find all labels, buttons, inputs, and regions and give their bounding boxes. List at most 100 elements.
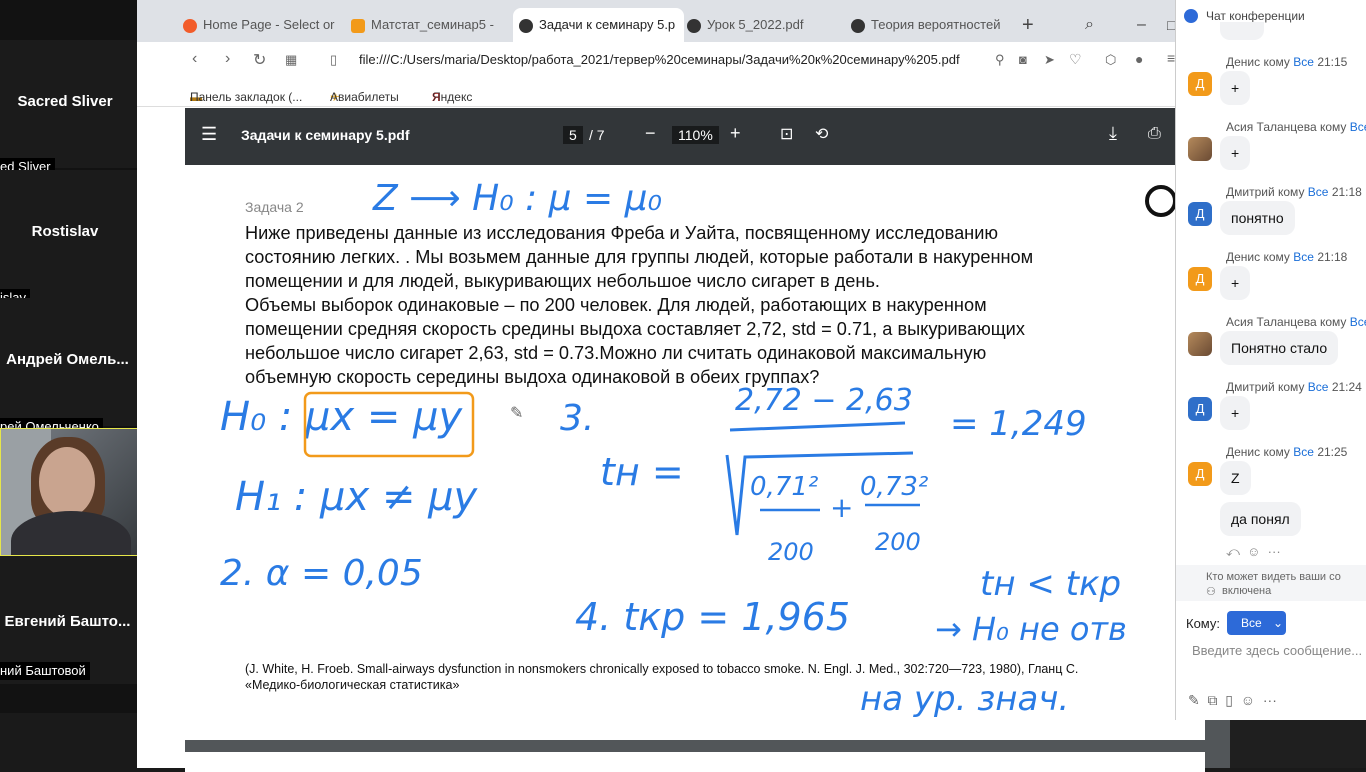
zoom-out-button[interactable]: − <box>645 123 656 144</box>
page-number-input[interactable]: 5 <box>563 126 583 144</box>
tab-active[interactable]: Задачи к семинару 5.p <box>513 8 684 42</box>
people-icon: ⚇ <box>1206 586 1216 598</box>
ink-frac1-den: 200 <box>768 538 814 566</box>
search-tabs-icon[interactable]: ⌕ <box>1085 8 1105 42</box>
ink-result: = 1,249 <box>950 404 1087 444</box>
message-bubble: понятно <box>1220 201 1295 235</box>
bookmarks-bar: ▬ Панель закладок (... ✈ Авиабилеты Я Ян… <box>137 78 1230 107</box>
avatar[interactable]: Д <box>1188 397 1212 421</box>
avatar[interactable] <box>1188 137 1212 161</box>
url-field[interactable]: file:///C:/Users/maria/Desktop/работа_20… <box>359 52 960 67</box>
tab[interactable]: Матстат_семинар5 - <box>351 8 511 42</box>
camera-icon[interactable]: ◙ <box>1019 52 1027 67</box>
profile-icon[interactable]: ● <box>1135 51 1143 67</box>
message-actions[interactable]: ⤺ ☺ ··· <box>1226 544 1281 560</box>
avatar[interactable]: Д <box>1188 462 1212 486</box>
fraction-bar <box>729 421 906 432</box>
avatar[interactable] <box>1188 332 1212 356</box>
globe-icon <box>519 18 533 33</box>
menu-icon[interactable]: ≡ <box>1167 50 1175 66</box>
new-tab-button[interactable]: + <box>1022 8 1042 42</box>
message-meta: Асия Таланцева кому Все <box>1226 120 1366 134</box>
chat-header: Чат конференции <box>1176 0 1366 30</box>
doc-icon <box>351 18 365 33</box>
tab[interactable]: Урок 5_2022.pdf <box>687 8 847 42</box>
zoom-in-button[interactable]: + <box>730 123 741 144</box>
pdf-title: Задачи к семинару 5.pdf <box>241 127 410 143</box>
emoji-icon[interactable]: ☺ <box>1241 692 1255 708</box>
file-icon[interactable]: ▯ <box>1225 692 1233 708</box>
back-icon[interactable]: ‹ <box>192 50 197 68</box>
message-meta: Дмитрий кому Все 21:18 <box>1226 185 1362 199</box>
tab-title: Матстат_семинар5 - <box>371 17 494 32</box>
reply-icon: ⤺ <box>1226 544 1240 559</box>
globe-icon <box>687 18 701 33</box>
participant-name: Андрей Омель... <box>6 351 129 368</box>
ink-step3: 3. <box>560 398 594 439</box>
download-icon[interactable]: ⤓ <box>1109 123 1117 144</box>
ink-alpha: 2. α = 0,05 <box>220 553 423 594</box>
zoom-level[interactable]: 110% <box>672 126 719 144</box>
screenshot-icon[interactable]: ⧉ <box>1208 692 1218 708</box>
message-bubble: + <box>1220 136 1251 170</box>
tab[interactable]: Теория вероятностей <box>851 8 1016 42</box>
message-meta: Асия Таланцева кому Все <box>1226 315 1366 329</box>
avatar[interactable]: Д <box>1188 72 1212 96</box>
chat-panel: Чат конференции Денис кому Все 21:15 Д +… <box>1175 0 1366 720</box>
heart-icon[interactable]: ♡ <box>1069 51 1082 68</box>
background-area <box>1230 720 1366 768</box>
print-icon[interactable]: ⎙ <box>1148 125 1161 143</box>
zoom-icon[interactable]: ⚲ <box>995 52 1005 68</box>
extension-icon[interactable]: ⬡ <box>1105 52 1116 68</box>
ink-top: Z ⟶ H₀ : μ = μ₀ <box>372 178 662 219</box>
zoom-logo-icon <box>1184 9 1198 23</box>
ink-numerator: 2,72 − 2,63 <box>735 383 913 418</box>
tab[interactable]: Home Page - Select or <box>183 8 341 42</box>
reload-icon[interactable]: ↻ <box>253 50 266 70</box>
avatar[interactable]: Д <box>1188 202 1212 226</box>
address-bar: ‹ › ↻ ▦ ▯ file:///C:/Users/maria/Desktop… <box>137 42 1230 78</box>
message-bubble: Z <box>1220 461 1251 495</box>
message-meta: Дмитрий кому Все 21:24 <box>1226 380 1362 394</box>
participant-name: Sacred Sliver <box>17 93 113 110</box>
message-bubble: Понятно стало <box>1220 331 1339 365</box>
tab-bar: Home Page - Select or Матстат_семинар5 -… <box>137 0 1230 42</box>
minimize-icon[interactable]: – <box>1137 8 1157 42</box>
pdf-toolbar: ☰ Задачи к семинару 5.pdf 5 / 7 − 110% +… <box>185 108 1230 165</box>
composer-toolbar: ✎ ⧉ ▯ ☺ ··· <box>1188 692 1277 709</box>
message-input[interactable]: Введите здесь сообщение... <box>1192 643 1362 658</box>
avatar[interactable]: Д <box>1188 267 1212 291</box>
globe-icon <box>851 18 865 33</box>
pdf-next-page <box>185 752 1205 772</box>
message-meta: Денис кому Все 21:18 <box>1226 250 1348 264</box>
message-meta: Денис кому Все 21:15 <box>1226 55 1348 69</box>
forward-icon[interactable]: › <box>225 50 230 68</box>
rotate-icon[interactable]: ⟲ <box>815 124 828 144</box>
ink-h0: H₀ : μx = μy <box>220 394 464 440</box>
sidebar-menu-icon[interactable]: ☰ <box>201 124 217 145</box>
ink-frac1-num: 0,71² <box>750 472 818 502</box>
site-icon <box>183 18 197 33</box>
send-icon[interactable]: ➤ <box>1044 52 1055 68</box>
more-icon[interactable]: ··· <box>1263 692 1277 708</box>
recipient-select[interactable]: Все ⌄ <box>1227 611 1286 635</box>
tab-title: Теория вероятностей <box>871 17 1001 32</box>
message-meta: Денис кому Все 21:25 <box>1226 445 1348 459</box>
message-bubble: + <box>1220 71 1251 105</box>
grid-icon[interactable]: ▦ <box>285 52 297 68</box>
pdf-page: Задача 2 Ниже приведены данные из исслед… <box>185 165 1205 740</box>
fit-page-icon[interactable]: ⊡ <box>780 124 793 144</box>
openai-logo-icon <box>1145 185 1177 217</box>
message-bubble: + <box>1220 266 1251 300</box>
browser-window: Home Page - Select or Матстат_семинар5 -… <box>137 0 1230 772</box>
more-icon: ··· <box>1267 544 1281 559</box>
ink-compare: tн < tкр <box>980 564 1121 604</box>
message-bubble: да понял <box>1220 502 1301 536</box>
ink-frac2-num: 0,73² <box>860 472 928 502</box>
ink-frac2-den: 200 <box>875 528 921 556</box>
tab-title: Home Page - Select or <box>203 17 335 32</box>
privacy-note: Кто может видеть ваши со включена ⚇ <box>1176 565 1366 601</box>
ink-level: на ур. знач. <box>860 679 1069 719</box>
chat-title: Чат конференции <box>1206 9 1305 23</box>
format-icon[interactable]: ✎ <box>1188 692 1200 708</box>
